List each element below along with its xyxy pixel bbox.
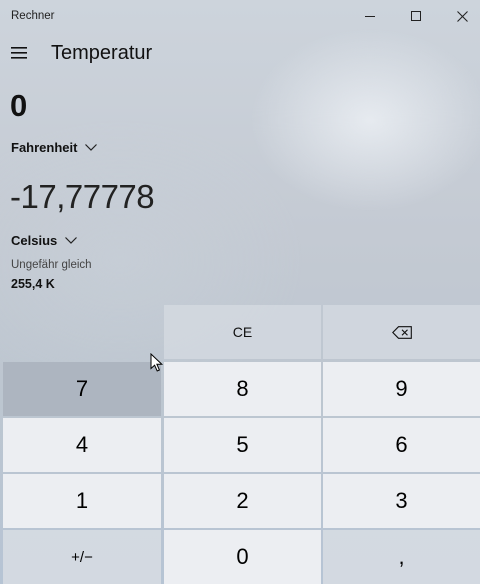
maximize-button[interactable] bbox=[393, 0, 439, 32]
decimal-label: , bbox=[398, 544, 405, 569]
backspace-icon bbox=[391, 325, 412, 339]
plus-minus-label: +/− bbox=[71, 548, 93, 566]
decimal-separator-button[interactable]: , bbox=[323, 530, 480, 584]
digit-label: 2 bbox=[236, 488, 249, 513]
digit-1-button[interactable]: 1 bbox=[3, 474, 161, 528]
digit-9-button[interactable]: 9 bbox=[323, 362, 480, 416]
to-unit-label: Celsius bbox=[11, 233, 58, 248]
digit-label: 3 bbox=[395, 488, 408, 513]
digit-0-button[interactable]: 0 bbox=[164, 530, 321, 584]
digit-label: 4 bbox=[75, 432, 89, 457]
output-value[interactable]: -17,77778 bbox=[10, 178, 155, 216]
digit-label: 9 bbox=[395, 376, 408, 401]
navigation-menu-button[interactable] bbox=[4, 38, 34, 68]
digit-6-button[interactable]: 6 bbox=[323, 418, 480, 472]
clear-entry-label: CE bbox=[232, 324, 253, 340]
minimize-icon bbox=[365, 16, 375, 17]
plus-minus-button[interactable]: +/− bbox=[3, 530, 161, 584]
approx-value: 255,4 K bbox=[11, 277, 55, 291]
digit-3-button[interactable]: 3 bbox=[323, 474, 480, 528]
digit-label: 7 bbox=[75, 376, 89, 401]
minimize-button[interactable] bbox=[347, 0, 393, 32]
approx-label: Ungefähr gleich bbox=[11, 259, 92, 271]
input-value[interactable]: 0 bbox=[10, 88, 27, 124]
mouse-cursor-icon bbox=[150, 353, 164, 372]
digit-8-button[interactable]: 8 bbox=[164, 362, 321, 416]
app-title: Rechner bbox=[11, 10, 55, 22]
digit-7-button[interactable]: 7 bbox=[3, 362, 161, 416]
digit-label: 1 bbox=[75, 488, 89, 513]
close-icon bbox=[456, 10, 468, 22]
title-bar: Rechner bbox=[0, 0, 480, 32]
digit-label: 8 bbox=[236, 376, 249, 401]
close-button[interactable] bbox=[439, 0, 480, 32]
mode-title: Temperatur bbox=[51, 42, 153, 64]
digit-4-button[interactable]: 4 bbox=[3, 418, 161, 472]
digit-label: 6 bbox=[395, 432, 408, 457]
hamburger-icon bbox=[11, 47, 27, 59]
digit-2-button[interactable]: 2 bbox=[164, 474, 321, 528]
chevron-down-icon bbox=[65, 237, 78, 244]
clear-entry-button[interactable]: CE bbox=[164, 305, 321, 359]
to-unit-dropdown[interactable]: Celsius bbox=[11, 233, 78, 248]
from-unit-label: Fahrenheit bbox=[11, 140, 78, 155]
maximize-icon bbox=[411, 11, 421, 21]
keypad: CE 7 8 9 4 5 6 1 2 3 +/− 0 , bbox=[0, 305, 480, 584]
digit-label: 0 bbox=[236, 544, 249, 569]
digit-5-button[interactable]: 5 bbox=[164, 418, 321, 472]
from-unit-dropdown[interactable]: Fahrenheit bbox=[11, 140, 98, 155]
backspace-button[interactable] bbox=[323, 305, 480, 359]
digit-label: 5 bbox=[236, 432, 249, 457]
chevron-down-icon bbox=[85, 144, 98, 151]
